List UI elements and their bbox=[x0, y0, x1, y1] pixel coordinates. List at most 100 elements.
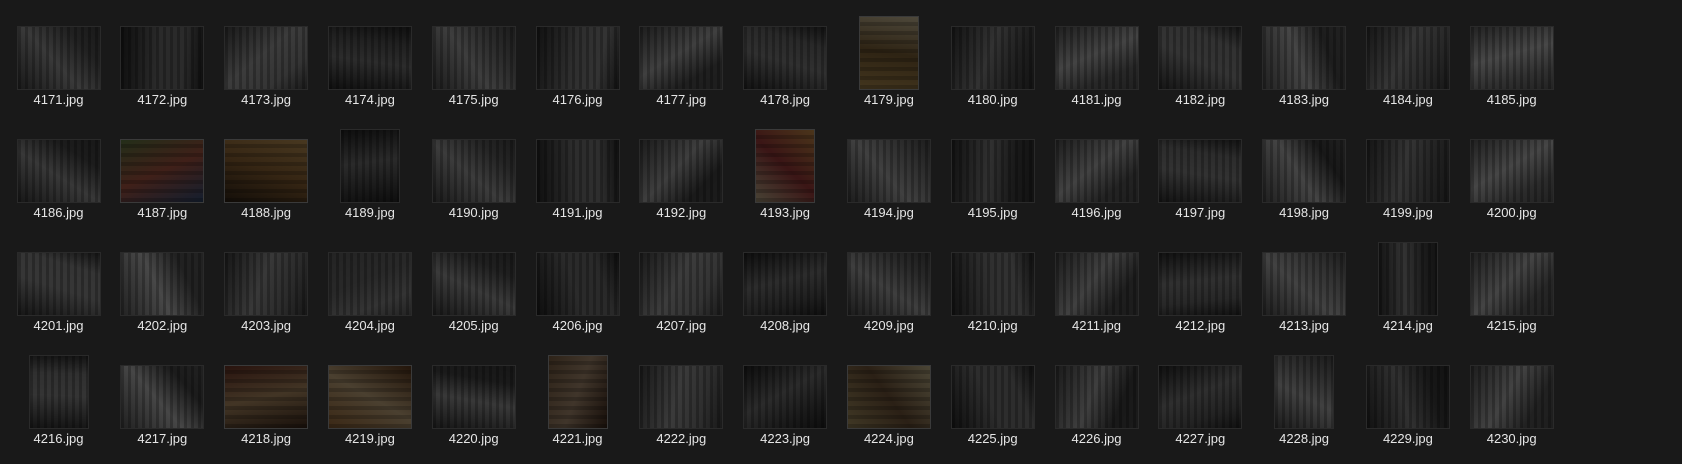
image-thumbnail[interactable] bbox=[639, 252, 724, 316]
file-item[interactable]: 4200.jpg bbox=[1456, 121, 1567, 232]
image-thumbnail[interactable] bbox=[16, 252, 101, 316]
file-name-label[interactable]: 4176.jpg bbox=[522, 92, 633, 108]
file-item[interactable]: 4176.jpg bbox=[522, 8, 633, 119]
file-item[interactable]: 4218.jpg bbox=[211, 347, 322, 458]
image-thumbnail[interactable] bbox=[16, 26, 101, 90]
file-item[interactable]: 4202.jpg bbox=[107, 234, 218, 345]
image-thumbnail[interactable] bbox=[1054, 139, 1139, 203]
file-item[interactable]: 4216.jpg bbox=[3, 347, 114, 458]
file-item[interactable]: 4211.jpg bbox=[1041, 234, 1152, 345]
file-name-label[interactable]: 4188.jpg bbox=[211, 205, 322, 221]
image-thumbnail[interactable] bbox=[120, 365, 205, 429]
file-name-label[interactable]: 4200.jpg bbox=[1456, 205, 1567, 221]
file-item[interactable]: 4214.jpg bbox=[1352, 234, 1463, 345]
image-thumbnail[interactable] bbox=[1054, 26, 1139, 90]
image-thumbnail[interactable] bbox=[16, 139, 101, 203]
image-thumbnail[interactable] bbox=[1377, 242, 1438, 316]
file-name-label[interactable]: 4207.jpg bbox=[626, 318, 737, 334]
file-item[interactable]: 4182.jpg bbox=[1145, 8, 1256, 119]
file-name-label[interactable]: 4199.jpg bbox=[1352, 205, 1463, 221]
file-name-label[interactable]: 4206.jpg bbox=[522, 318, 633, 334]
file-item[interactable]: 4229.jpg bbox=[1352, 347, 1463, 458]
file-name-label[interactable]: 4214.jpg bbox=[1352, 318, 1463, 334]
file-name-label[interactable]: 4211.jpg bbox=[1041, 318, 1152, 334]
file-item[interactable]: 4201.jpg bbox=[3, 234, 114, 345]
file-name-label[interactable]: 4194.jpg bbox=[833, 205, 944, 221]
file-item[interactable]: 4192.jpg bbox=[626, 121, 737, 232]
file-item[interactable]: 4185.jpg bbox=[1456, 8, 1567, 119]
file-item[interactable]: 4217.jpg bbox=[107, 347, 218, 458]
image-thumbnail[interactable] bbox=[1158, 26, 1243, 90]
file-item[interactable]: 4187.jpg bbox=[107, 121, 218, 232]
file-item[interactable]: 4223.jpg bbox=[730, 347, 841, 458]
image-thumbnail[interactable] bbox=[120, 26, 205, 90]
file-name-label[interactable]: 4209.jpg bbox=[833, 318, 944, 334]
file-item[interactable]: 4210.jpg bbox=[937, 234, 1048, 345]
image-thumbnail[interactable] bbox=[224, 26, 309, 90]
file-name-label[interactable]: 4216.jpg bbox=[3, 431, 114, 447]
file-name-label[interactable]: 4217.jpg bbox=[107, 431, 218, 447]
file-item[interactable]: 4197.jpg bbox=[1145, 121, 1256, 232]
file-item[interactable]: 4230.jpg bbox=[1456, 347, 1567, 458]
file-item[interactable]: 4226.jpg bbox=[1041, 347, 1152, 458]
image-thumbnail[interactable] bbox=[755, 129, 816, 203]
image-thumbnail[interactable] bbox=[327, 26, 412, 90]
file-name-label[interactable]: 4178.jpg bbox=[730, 92, 841, 108]
file-name-label[interactable]: 4202.jpg bbox=[107, 318, 218, 334]
image-thumbnail[interactable] bbox=[431, 139, 516, 203]
file-name-label[interactable]: 4219.jpg bbox=[314, 431, 425, 447]
file-name-label[interactable]: 4195.jpg bbox=[937, 205, 1048, 221]
file-name-label[interactable]: 4180.jpg bbox=[937, 92, 1048, 108]
file-item[interactable]: 4225.jpg bbox=[937, 347, 1048, 458]
file-item[interactable]: 4189.jpg bbox=[314, 121, 425, 232]
image-thumbnail[interactable] bbox=[743, 26, 828, 90]
image-thumbnail[interactable] bbox=[743, 365, 828, 429]
file-item[interactable]: 4209.jpg bbox=[833, 234, 944, 345]
file-item[interactable]: 4205.jpg bbox=[418, 234, 529, 345]
file-item[interactable]: 4213.jpg bbox=[1249, 234, 1360, 345]
image-thumbnail[interactable] bbox=[1365, 26, 1450, 90]
file-name-label[interactable]: 4224.jpg bbox=[833, 431, 944, 447]
image-thumbnail[interactable] bbox=[327, 365, 412, 429]
file-item[interactable]: 4190.jpg bbox=[418, 121, 529, 232]
file-item[interactable]: 4196.jpg bbox=[1041, 121, 1152, 232]
file-name-label[interactable]: 4205.jpg bbox=[418, 318, 529, 334]
image-thumbnail[interactable] bbox=[1469, 252, 1554, 316]
file-name-label[interactable]: 4172.jpg bbox=[107, 92, 218, 108]
file-name-label[interactable]: 4225.jpg bbox=[937, 431, 1048, 447]
file-name-label[interactable]: 4189.jpg bbox=[314, 205, 425, 221]
image-thumbnail[interactable] bbox=[547, 355, 608, 429]
image-thumbnail[interactable] bbox=[1469, 139, 1554, 203]
image-thumbnail[interactable] bbox=[1158, 252, 1243, 316]
file-item[interactable]: 4184.jpg bbox=[1352, 8, 1463, 119]
file-name-label[interactable]: 4187.jpg bbox=[107, 205, 218, 221]
file-name-label[interactable]: 4193.jpg bbox=[730, 205, 841, 221]
file-name-label[interactable]: 4196.jpg bbox=[1041, 205, 1152, 221]
file-name-label[interactable]: 4173.jpg bbox=[211, 92, 322, 108]
file-name-label[interactable]: 4208.jpg bbox=[730, 318, 841, 334]
image-thumbnail[interactable] bbox=[431, 252, 516, 316]
file-name-label[interactable]: 4181.jpg bbox=[1041, 92, 1152, 108]
file-name-label[interactable]: 4227.jpg bbox=[1145, 431, 1256, 447]
file-item[interactable]: 4228.jpg bbox=[1249, 347, 1360, 458]
image-thumbnail[interactable] bbox=[1469, 26, 1554, 90]
file-item[interactable]: 4203.jpg bbox=[211, 234, 322, 345]
file-name-label[interactable]: 4215.jpg bbox=[1456, 318, 1567, 334]
file-name-label[interactable]: 4197.jpg bbox=[1145, 205, 1256, 221]
image-thumbnail[interactable] bbox=[431, 365, 516, 429]
file-item[interactable]: 4199.jpg bbox=[1352, 121, 1463, 232]
image-thumbnail[interactable] bbox=[224, 139, 309, 203]
file-name-label[interactable]: 4183.jpg bbox=[1249, 92, 1360, 108]
file-name-label[interactable]: 4184.jpg bbox=[1352, 92, 1463, 108]
file-name-label[interactable]: 4222.jpg bbox=[626, 431, 737, 447]
image-thumbnail[interactable] bbox=[846, 365, 931, 429]
file-item[interactable]: 4221.jpg bbox=[522, 347, 633, 458]
file-item[interactable]: 4172.jpg bbox=[107, 8, 218, 119]
file-name-label[interactable]: 4220.jpg bbox=[418, 431, 529, 447]
file-item[interactable]: 4173.jpg bbox=[211, 8, 322, 119]
file-item[interactable]: 4208.jpg bbox=[730, 234, 841, 345]
file-name-label[interactable]: 4192.jpg bbox=[626, 205, 737, 221]
file-name-label[interactable]: 4218.jpg bbox=[211, 431, 322, 447]
file-name-label[interactable]: 4175.jpg bbox=[418, 92, 529, 108]
image-thumbnail[interactable] bbox=[1262, 139, 1347, 203]
